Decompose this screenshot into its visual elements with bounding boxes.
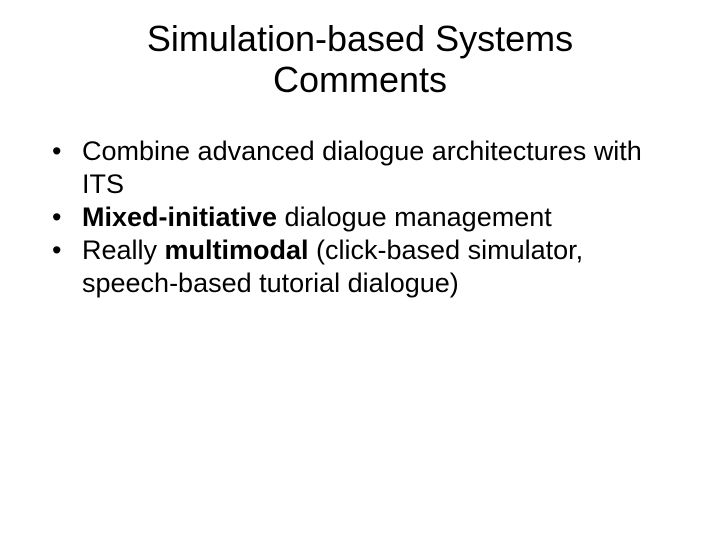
- title-line-2: Comments: [273, 59, 447, 100]
- bullet-list: Combine advanced dialogue architectures …: [40, 135, 680, 300]
- bullet-text-post: dialogue management: [277, 202, 552, 232]
- list-item: Mixed-initiative dialogue management: [48, 201, 680, 234]
- list-item: Really multimodal (click-based simulator…: [48, 234, 680, 300]
- slide-title: Simulation-based Systems Comments: [40, 18, 680, 101]
- list-item: Combine advanced dialogue architectures …: [48, 135, 680, 201]
- bullet-text-bold: multimodal: [165, 235, 309, 265]
- title-line-1: Simulation-based Systems: [147, 18, 573, 59]
- bullet-text-bold: Mixed-initiative: [82, 202, 277, 232]
- bullet-text-pre: Combine advanced dialogue architectures …: [82, 136, 642, 199]
- bullet-text-pre: Really: [82, 235, 165, 265]
